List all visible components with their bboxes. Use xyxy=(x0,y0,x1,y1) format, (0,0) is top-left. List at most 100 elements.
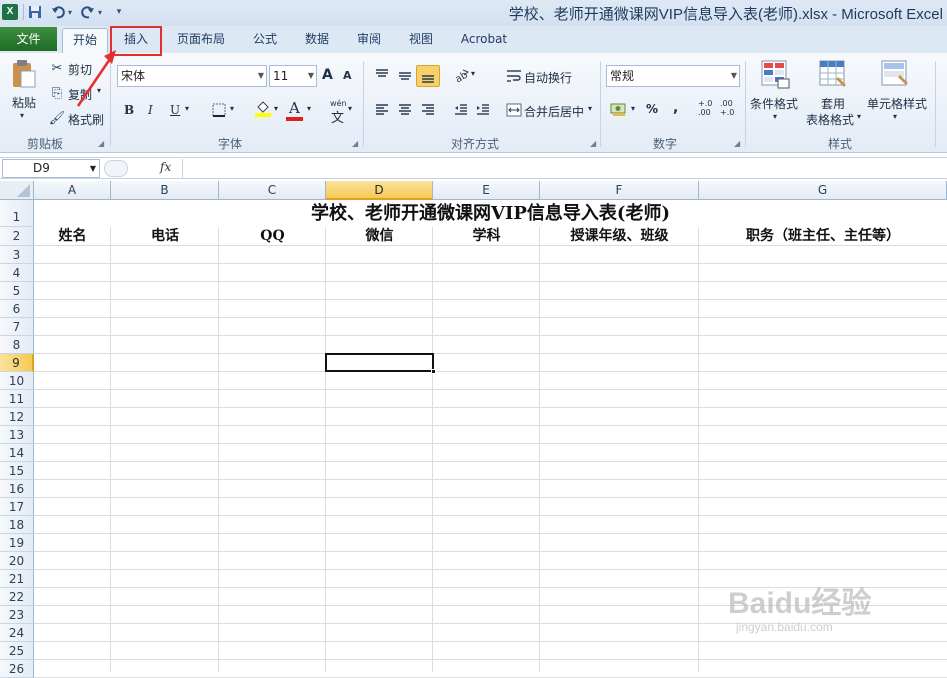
conditional-formatting-button[interactable]: 条件格式 xyxy=(750,95,798,112)
row-header-13[interactable]: 13 xyxy=(0,426,34,444)
undo-icon[interactable] xyxy=(50,4,66,20)
tab-page-layout[interactable]: 页面布局 xyxy=(168,28,234,53)
fill-color-icon[interactable] xyxy=(254,99,272,117)
row-header-18[interactable]: 18 xyxy=(0,516,34,534)
header-cell-a[interactable]: 姓名 xyxy=(34,227,111,246)
column-header-c[interactable]: C xyxy=(219,181,326,200)
orientation-icon[interactable]: ab xyxy=(452,66,470,84)
orientation-dropdown-icon[interactable]: ▾ xyxy=(471,69,475,78)
row-header-12[interactable]: 12 xyxy=(0,408,34,426)
decrease-decimal-button[interactable]: .00 +.0 xyxy=(720,99,734,117)
alignment-dialog-launcher-icon[interactable]: ◢ xyxy=(590,139,596,148)
format-as-table-button-line1[interactable]: 套用 xyxy=(821,95,845,112)
bold-button[interactable]: B xyxy=(124,103,134,117)
italic-button[interactable]: I xyxy=(148,103,153,117)
fill-color-dropdown-icon[interactable]: ▾ xyxy=(274,104,278,113)
cell-styles-icon[interactable] xyxy=(880,59,910,89)
column-header-f[interactable]: F xyxy=(540,181,699,200)
undo-dropdown-icon[interactable]: ▾ xyxy=(66,4,74,20)
percent-button[interactable]: % xyxy=(646,102,658,116)
excel-logo-icon[interactable]: X xyxy=(2,4,18,20)
tab-file[interactable]: 文件 xyxy=(0,27,57,51)
row-header-2[interactable]: 2 xyxy=(0,227,34,246)
merge-center-icon[interactable] xyxy=(505,101,523,119)
clipboard-dialog-launcher-icon[interactable]: ◢ xyxy=(98,139,104,148)
header-cell-d[interactable]: 微信 xyxy=(326,227,433,246)
wrap-text-button[interactable]: 自动换行 xyxy=(524,69,572,86)
row-header-16[interactable]: 16 xyxy=(0,480,34,498)
column-header-d[interactable]: D xyxy=(326,181,433,200)
formula-input[interactable] xyxy=(182,159,947,178)
redo-icon[interactable] xyxy=(80,4,96,20)
name-box[interactable]: D9 ▼ xyxy=(2,159,100,178)
phonetic-dropdown-icon[interactable]: ▾ xyxy=(348,104,352,113)
align-top-icon[interactable] xyxy=(373,66,391,84)
row-header-15[interactable]: 15 xyxy=(0,462,34,480)
row-header-21[interactable]: 21 xyxy=(0,570,34,588)
format-as-table-dropdown-icon[interactable]: ▾ xyxy=(857,112,861,121)
fill-handle[interactable] xyxy=(431,369,436,374)
row-header-20[interactable]: 20 xyxy=(0,552,34,570)
decrease-indent-icon[interactable] xyxy=(452,101,470,119)
font-color-dropdown-icon[interactable]: ▾ xyxy=(307,104,311,113)
paste-button[interactable]: 粘贴 xyxy=(12,94,36,111)
active-cell-selection[interactable] xyxy=(325,353,436,374)
format-as-table-button-line2[interactable]: 表格格式 xyxy=(806,111,854,128)
currency-dropdown-icon[interactable]: ▾ xyxy=(631,104,635,113)
align-middle-icon[interactable] xyxy=(396,66,414,84)
row-header-9[interactable]: 9 xyxy=(0,354,34,372)
row-header-25[interactable]: 25 xyxy=(0,642,34,660)
tab-review[interactable]: 审阅 xyxy=(348,28,390,53)
column-header-a[interactable]: A xyxy=(34,181,111,200)
tab-formulas[interactable]: 公式 xyxy=(244,28,286,53)
number-format-select[interactable]: 常规 ▼ xyxy=(606,65,740,87)
borders-icon[interactable] xyxy=(210,101,228,119)
row-header-17[interactable]: 17 xyxy=(0,498,34,516)
align-center-icon[interactable] xyxy=(396,101,414,119)
row-header-6[interactable]: 6 xyxy=(0,300,34,318)
font-size-select[interactable]: 11 ▼ xyxy=(269,65,317,87)
paste-icon[interactable] xyxy=(10,59,38,89)
row-header-4[interactable]: 4 xyxy=(0,264,34,282)
underline-dropdown-icon[interactable]: ▾ xyxy=(185,104,189,113)
customize-qat-icon[interactable]: ▾ xyxy=(114,4,124,20)
font-name-select[interactable]: 宋体 ▼ xyxy=(117,65,267,87)
conditional-dropdown-icon[interactable]: ▾ xyxy=(773,112,777,121)
borders-dropdown-icon[interactable]: ▾ xyxy=(230,104,234,113)
row-header-26[interactable]: 26 xyxy=(0,660,34,678)
select-all-button[interactable] xyxy=(0,181,34,200)
font-color-button[interactable]: A xyxy=(289,99,300,117)
tab-acrobat[interactable]: Acrobat xyxy=(452,28,516,53)
row-header-11[interactable]: 11 xyxy=(0,390,34,408)
cell-styles-button[interactable]: 单元格样式 xyxy=(867,95,927,112)
wrap-text-icon[interactable] xyxy=(505,67,523,85)
align-right-icon[interactable] xyxy=(419,101,437,119)
cell-styles-dropdown-icon[interactable]: ▾ xyxy=(893,112,897,121)
merge-dropdown-icon[interactable]: ▾ xyxy=(588,104,592,113)
row-header-10[interactable]: 10 xyxy=(0,372,34,390)
align-left-icon[interactable] xyxy=(373,101,391,119)
currency-icon[interactable] xyxy=(610,100,628,118)
increase-decimal-button[interactable]: +.0 .00 xyxy=(698,99,712,117)
row-header-7[interactable]: 7 xyxy=(0,318,34,336)
row-header-19[interactable]: 19 xyxy=(0,534,34,552)
row-header-5[interactable]: 5 xyxy=(0,282,34,300)
row-header-24[interactable]: 24 xyxy=(0,624,34,642)
tab-data[interactable]: 数据 xyxy=(296,28,338,53)
shrink-font-button[interactable]: A xyxy=(343,69,352,82)
merge-center-button[interactable]: 合并后居中 xyxy=(524,103,584,120)
redo-dropdown-icon[interactable]: ▾ xyxy=(96,4,104,20)
row-header-22[interactable]: 22 xyxy=(0,588,34,606)
header-cell-b[interactable]: 电话 xyxy=(111,227,219,246)
number-dialog-launcher-icon[interactable]: ◢ xyxy=(734,139,740,148)
formula-bar-splitter[interactable] xyxy=(104,160,128,177)
sheet-title-cell[interactable]: 学校、老师开通微课网VIP信息导入表(老师) xyxy=(34,200,947,227)
header-cell-f[interactable]: 授课年级、班级 xyxy=(540,227,699,246)
tab-view[interactable]: 视图 xyxy=(400,28,442,53)
increase-indent-icon[interactable] xyxy=(474,101,492,119)
phonetic-guide-icon[interactable]: 文 xyxy=(331,107,344,126)
conditional-formatting-icon[interactable] xyxy=(760,59,790,89)
insert-function-button[interactable]: fx xyxy=(160,160,171,174)
format-as-table-icon[interactable] xyxy=(818,59,848,89)
save-icon[interactable] xyxy=(27,4,43,20)
